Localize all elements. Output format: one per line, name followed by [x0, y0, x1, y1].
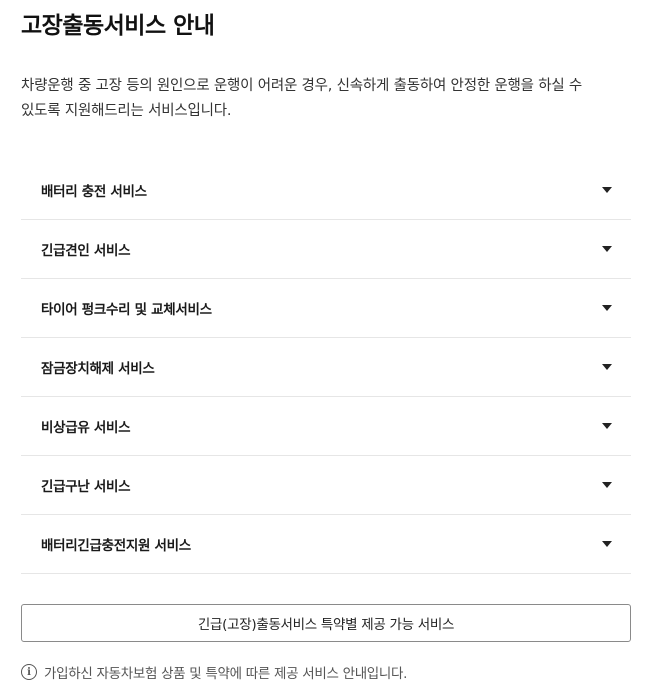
chevron-down-icon[interactable] [602, 482, 612, 488]
accordion-item-tire-repair[interactable]: 타이어 펑크수리 및 교체서비스 [21, 279, 631, 338]
accordion-item-label: 비상급유 서비스 [41, 420, 131, 436]
accordion-item-emergency-rescue[interactable]: 긴급구난 서비스 [21, 456, 631, 515]
accordion-item-battery-emergency-charge[interactable]: 배터리긴급충전지원 서비스 [21, 515, 631, 574]
chevron-down-icon[interactable] [602, 305, 612, 311]
accordion-item-emergency-fuel[interactable]: 비상급유 서비스 [21, 397, 631, 456]
intro-line-2: 있도록 지원해드리는 서비스입니다. [21, 103, 232, 119]
page: 고장출동서비스 안내 차량운행 중 고장 등의 원인으로 운행이 어려운 경우,… [0, 0, 648, 697]
special-services-button[interactable]: 긴급(고장)출동서비스 특약별 제공 가능 서비스 [21, 604, 631, 642]
accordion-item-label: 배터리긴급충전지원 서비스 [41, 538, 191, 554]
accordion-item-lock-release[interactable]: 잠금장치해제 서비스 [21, 338, 631, 397]
intro-text: 차량운행 중 고장 등의 원인으로 운행이 어려운 경우, 신속하게 출동하여 … [21, 74, 631, 124]
accordion-item-label: 긴급견인 서비스 [41, 243, 131, 259]
notice: i 가입하신 자동차보험 상품 및 특약에 따른 제공 서비스 안내입니다. [21, 662, 407, 682]
accordion-item-battery-charge[interactable]: 배터리 충전 서비스 [21, 161, 631, 220]
accordion-item-label: 긴급구난 서비스 [41, 479, 131, 495]
chevron-down-icon[interactable] [602, 246, 612, 252]
chevron-down-icon[interactable] [602, 423, 612, 429]
chevron-down-icon[interactable] [602, 187, 612, 193]
notice-text: 가입하신 자동차보험 상품 및 특약에 따른 제공 서비스 안내입니다. [44, 666, 408, 682]
accordion-item-label: 배터리 충전 서비스 [41, 184, 147, 200]
accordion-item-label: 타이어 펑크수리 및 교체서비스 [41, 302, 212, 318]
chevron-down-icon[interactable] [602, 541, 612, 547]
info-icon: i [21, 664, 37, 680]
page-title: 고장출동서비스 안내 [21, 13, 215, 39]
accordion-item-label: 잠금장치해제 서비스 [41, 361, 155, 377]
service-accordion: 배터리 충전 서비스 긴급견인 서비스 타이어 펑크수리 및 교체서비스 잠금장… [21, 161, 631, 574]
intro-line-1: 차량운행 중 고장 등의 원인으로 운행이 어려운 경우, 신속하게 출동하여 … [21, 78, 583, 94]
accordion-item-emergency-towing[interactable]: 긴급견인 서비스 [21, 220, 631, 279]
chevron-down-icon[interactable] [602, 364, 612, 370]
